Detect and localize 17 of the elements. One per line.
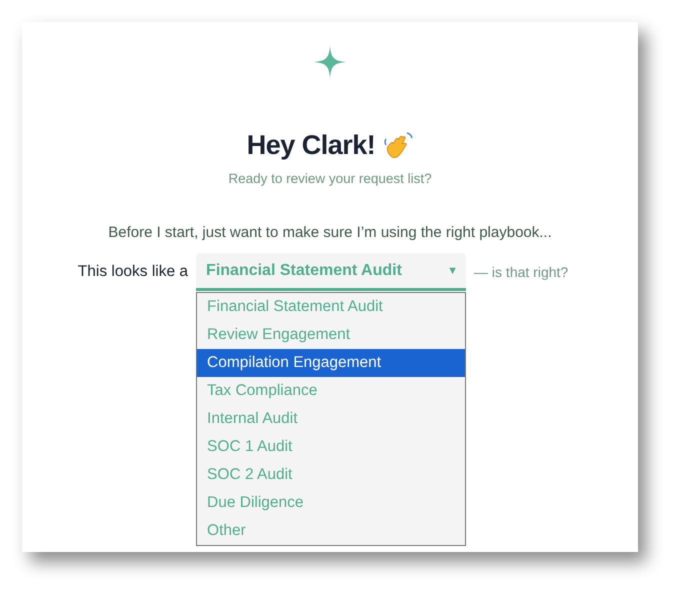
sparkle-icon <box>314 46 346 78</box>
dropdown-option[interactable]: SOC 2 Audit <box>197 461 466 489</box>
engagement-dropdown[interactable]: Financial Statement Audit ▼ <box>196 253 466 291</box>
subtitle: Ready to review your request list? <box>228 171 432 186</box>
dropdown-option[interactable]: SOC 1 Audit <box>197 433 466 461</box>
dropdown-option[interactable]: Financial Statement Audit <box>197 293 466 321</box>
dropdown-option[interactable]: Other <box>197 517 466 545</box>
dropdown-option[interactable]: Tax Compliance <box>197 377 466 405</box>
greeting-title: Hey Clark! <box>246 130 376 161</box>
confirm-question: — is that right? <box>474 264 568 280</box>
dropdown-option[interactable]: Review Engagement <box>197 321 466 349</box>
waving-hand-icon <box>383 130 414 160</box>
dropdown-option[interactable]: Due Diligence <box>197 489 466 517</box>
question-label: This looks like a <box>78 263 188 281</box>
dropdown-option[interactable]: Internal Audit <box>197 405 466 433</box>
prompt-text: Before I start, just want to make sure I’m using the right playbook... <box>108 224 552 241</box>
dropdown-option[interactable]: Compilation Engagement <box>197 349 466 377</box>
